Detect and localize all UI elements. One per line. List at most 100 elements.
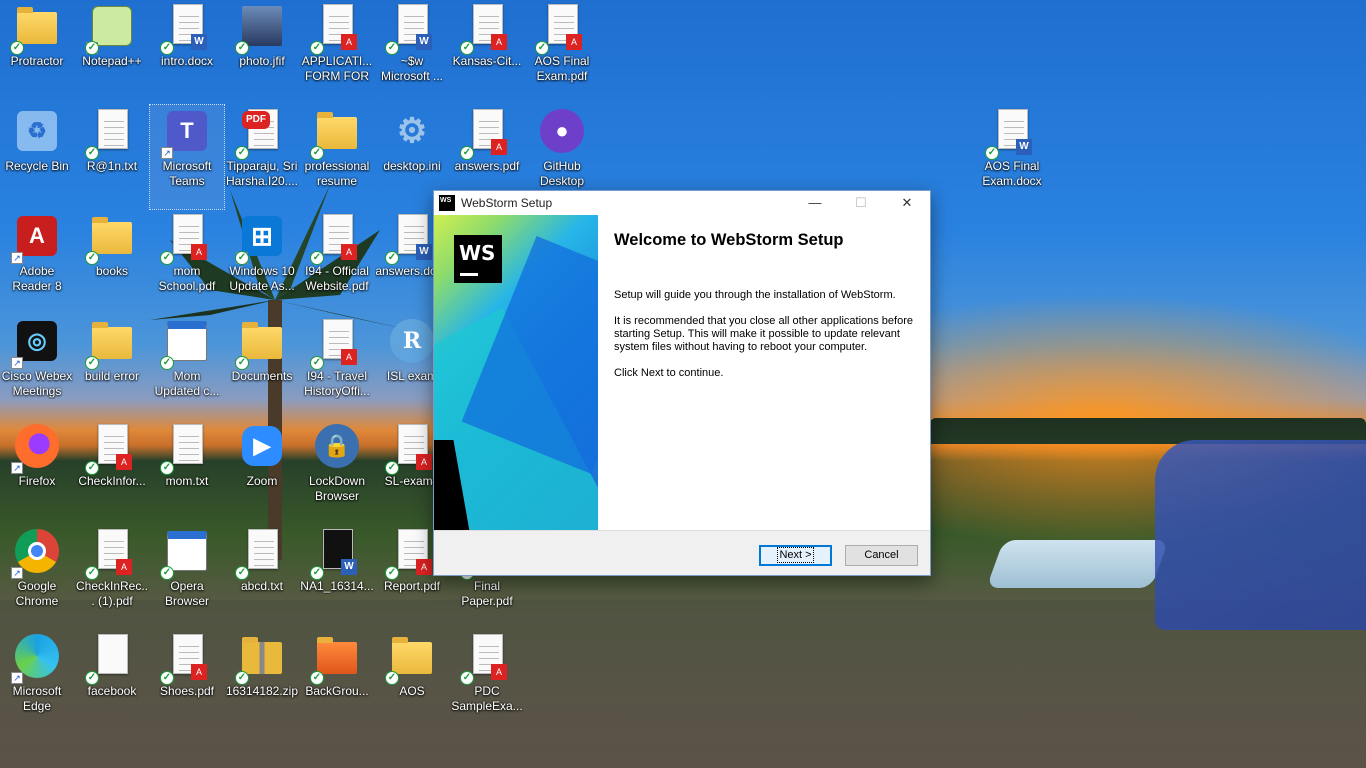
desktop-icon-microsoft-teams[interactable]: T ↗ Microsoft Teams (149, 104, 225, 210)
desktop-icon-mom-school-pdf[interactable]: A ✓ mom School.pdf (150, 210, 224, 314)
setup-content: Welcome to WebStorm Setup Setup will gui… (614, 231, 914, 393)
desktop-icon-label: Zoom (246, 474, 278, 488)
desktop-icon-opera-browser[interactable]: ✓ Opera Browser (150, 525, 224, 629)
maximize-button: ☐ (855, 195, 867, 210)
photo-icon: ✓ (235, 4, 286, 55)
pdf-icon: A✓ (460, 4, 511, 55)
desktop-icon-r-1n-txt[interactable]: ✓ R@1n.txt (75, 105, 149, 209)
desktop-icon-label: LockDown Browser (308, 474, 366, 503)
desktop-icon-label: CheckInRec... (1).pdf (75, 579, 149, 608)
shortcut-arrow-icon: ↗ (11, 567, 23, 579)
desktop-icon-label: Mom Updated c... (154, 369, 220, 398)
desktop-icon-applicati-form-for[interactable]: A✓APPLICATI... FORM FOR ... (300, 0, 374, 104)
desktop-icon-lockdown-browser[interactable]: 🔒 LockDown Browser (300, 420, 374, 524)
txt-icon: ✓ (235, 529, 286, 580)
desktop-icon-checkinfor[interactable]: A ✓ CheckInfor... (75, 420, 149, 524)
desktop-icon-label: intro.docx (160, 54, 214, 68)
desktop-icon-adobe-reader-8[interactable]: A ↗ Adobe Reader 8 (0, 210, 74, 314)
pdf-icon: A✓ (460, 634, 511, 685)
orange-folder-icon: ✓ (310, 634, 361, 685)
windows-icon: ⊞↗✓ (235, 214, 286, 265)
minimize-button[interactable]: — (792, 191, 838, 215)
desktop-icon-kansas-cit[interactable]: A ✓ Kansas-Cit... (450, 0, 524, 104)
desktop-icon-label: facebook (87, 684, 137, 698)
desktop-icon-recycle-bin[interactable]: ♻ Recycle Bin (0, 105, 74, 209)
next-button[interactable]: Next > (759, 545, 832, 566)
close-button[interactable]: ✕ (884, 191, 930, 215)
sync-status-icon: ✓ (385, 251, 399, 265)
desktop-icon-aos[interactable]: ✓ AOS (375, 630, 449, 734)
desktop-icon-i94-official-website-pdf[interactable]: A ✓ I94 - Official Website.pdf (300, 210, 374, 314)
sync-status-icon: ✓ (235, 146, 249, 160)
zoom-icon: ▶ (238, 424, 286, 472)
background-slab (986, 540, 1169, 588)
desktop-icon-facebook[interactable]: ✓ facebook (75, 630, 149, 734)
desktop-icon-windows-10-update-as[interactable]: ⊞↗✓Windows 10 Update As... (225, 210, 299, 314)
desktop-icon-firefox[interactable]: ↗ Firefox (0, 420, 74, 524)
desktop-icon-label: books (95, 264, 129, 278)
sync-status-icon: ✓ (160, 356, 174, 370)
zip-icon: ✓ (235, 634, 286, 685)
desktop-icon-zoom[interactable]: ▶ Zoom (225, 420, 299, 524)
desktop-icon-i94-travel-historyoffi[interactable]: A ✓ I94 - Travel HistoryOffi... (300, 315, 374, 419)
sync-status-icon: ✓ (235, 41, 249, 55)
sync-status-icon: ✓ (310, 41, 324, 55)
sync-status-icon: ✓ (85, 356, 99, 370)
title-bar[interactable]: WebStorm Setup — ☐ ✕ (434, 191, 930, 215)
desktop-icon-documents[interactable]: ✓ Documents (225, 315, 299, 419)
sync-status-icon: ✓ (85, 146, 99, 160)
sync-status-icon: ✓ (160, 251, 174, 265)
sync-status-icon: ✓ (10, 41, 24, 55)
background-tent (1155, 440, 1366, 630)
desktop-icon-backgrou[interactable]: ✓ BackGrou... (300, 630, 374, 734)
desktop-icon-label: build error (84, 369, 140, 383)
desktop-icon-label: Tipparaju, Sri Harsha.I20.... (225, 159, 299, 188)
desktop-icon-aos-final-exam-pdf[interactable]: A ✓ AOS Final Exam.pdf (525, 0, 599, 104)
desktop-icon-books[interactable]: ✓ books (75, 210, 149, 314)
desktop-icon-shoes-pdf[interactable]: A ✓ Shoes.pdf (150, 630, 224, 734)
desktop-icon-professional-resume[interactable]: ✓ professional resume (300, 105, 374, 209)
desktop-icon-w-microsoft[interactable]: W ✓ ~$w Microsoft ... (375, 0, 449, 104)
desktop-icon-notepad[interactable]: ↗✓Notepad++ (75, 0, 149, 104)
desktop-icon-aos-final-exam-docx[interactable]: W ✓ AOS Final Exam.docx (975, 105, 1049, 209)
desktop-icon-mom-txt[interactable]: ✓ mom.txt (150, 420, 224, 524)
desktop-icon-pdc-sampleexa[interactable]: A ✓ PDC SampleExa... (450, 630, 524, 734)
desktop-icon-label: Windows 10 Update As... (229, 264, 295, 293)
setup-paragraph-1: Setup will guide you through the install… (614, 289, 896, 301)
desktop-icon-build-error[interactable]: ✓ build error (75, 315, 149, 419)
desktop-icon-microsoft-edge[interactable]: ↗ Microsoft Edge (0, 630, 74, 734)
desktop-icon-checkinrec-1-pdf[interactable]: A ✓ CheckInRec... (1).pdf (75, 525, 149, 629)
sync-status-icon: ✓ (235, 671, 249, 685)
sync-status-icon: ✓ (310, 356, 324, 370)
desktop-icon-tipparaju-sri-harsha-i20[interactable]: PDF ✓ Tipparaju, Sri Harsha.I20.... (225, 105, 299, 209)
desktop-icon-label: Firefox (18, 474, 56, 488)
webstorm-setup-window[interactable]: WebStorm Setup — ☐ ✕ WS Welcome to WebSt… (433, 190, 931, 576)
blank-icon: ✓ (85, 634, 136, 685)
sync-status-icon: ✓ (535, 41, 549, 55)
word-dark-icon: W ✓ (310, 529, 361, 580)
sync-status-icon: ✓ (160, 41, 174, 55)
sync-status-icon: ✓ (160, 671, 174, 685)
desktop-icon-16314182-zip[interactable]: ✓ 16314182.zip (225, 630, 299, 734)
sync-status-icon: ✓ (460, 671, 474, 685)
word-icon: W ✓ (985, 109, 1036, 160)
desktop-icon-na1-16314[interactable]: W ✓ NA1_16314... (300, 525, 374, 629)
desktop-icon-label: AOS Final Exam.pdf (534, 54, 590, 83)
desktop-icon-protractor[interactable]: ✓ Protractor (0, 0, 74, 104)
desktop-icon-label: Microsoft Teams (162, 159, 212, 188)
sync-status-icon: ✓ (235, 251, 249, 265)
desktop-icon-intro-docx[interactable]: W ✓ intro.docx (150, 0, 224, 104)
desktop-icon-mom-updated-c[interactable]: ✓ Mom Updated c... (150, 315, 224, 419)
window-icon: ✓ (160, 319, 211, 370)
desktop-icon-label: abcd.txt (240, 579, 284, 593)
desktop-icon-cisco-webex-meetings[interactable]: ◎ ↗ Cisco Webex Meetings (0, 315, 74, 419)
desktop-icon-photo-jfif[interactable]: ✓ photo.jfif (225, 0, 299, 104)
sync-status-icon: ✓ (385, 671, 399, 685)
desktop-icon-google-chrome[interactable]: ↗ Google Chrome (0, 525, 74, 629)
desktop-icon-abcd-txt[interactable]: ✓ abcd.txt (225, 525, 299, 629)
desktop-icon-label: Adobe Reader 8 (12, 264, 62, 293)
pdf-icon: A✓ (85, 424, 136, 475)
cancel-button[interactable]: Cancel (845, 545, 918, 566)
desktop-icon-label: CheckInfor... (78, 474, 146, 488)
sync-status-icon: ✓ (85, 461, 99, 475)
